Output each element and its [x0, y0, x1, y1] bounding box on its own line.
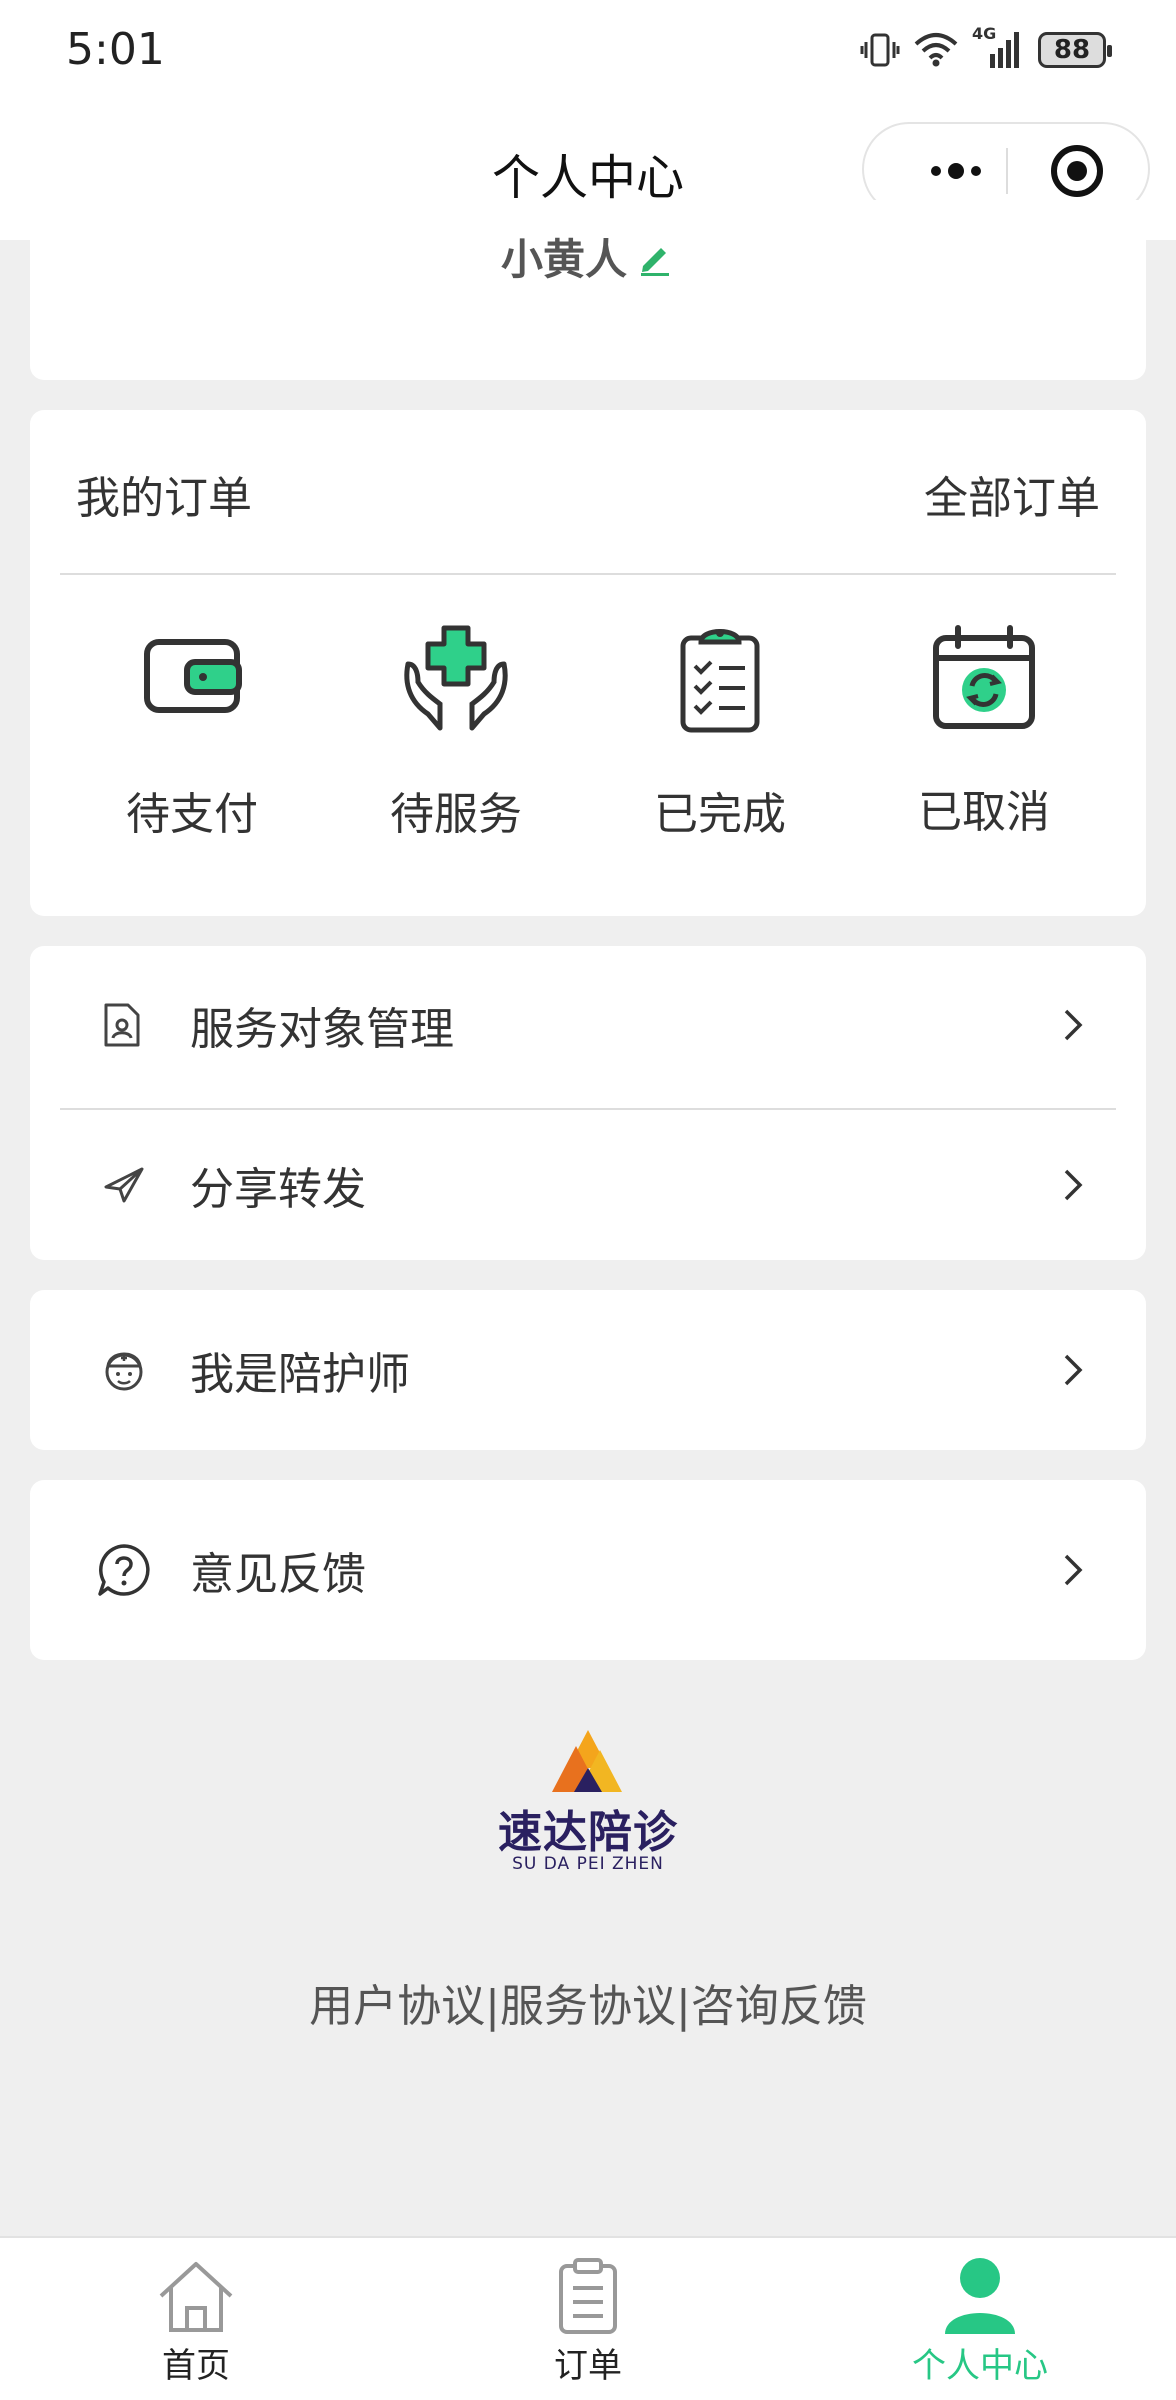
menu-label: 我是陪护师 [190, 1349, 410, 1400]
order-label: 已取消 [918, 787, 1050, 838]
tab-bar: 首页 订单 个人中心 [0, 2236, 1176, 2400]
cell-signal: 4G [972, 24, 1024, 70]
tab-label: 首页 [162, 2346, 230, 2386]
brand-name: 速达陪诊 [498, 1807, 678, 1858]
menu-label: 分享转发 [190, 1164, 366, 1215]
menu-item-feedback[interactable]: 意见反馈 [30, 1495, 1146, 1645]
person-document-icon [104, 1003, 140, 1047]
order-label: 待支付 [126, 789, 258, 840]
agreement-links[interactable]: 用户协议|服务协议|咨询反馈 [0, 1970, 1176, 2034]
paper-plane-icon [104, 1167, 144, 1203]
profile-card: 小黄人 [30, 200, 1146, 380]
order-pending-service[interactable]: 待服务 [356, 620, 556, 842]
wallet-icon [144, 639, 242, 713]
calendar-refresh-icon [933, 625, 1035, 729]
order-cancelled[interactable]: 已取消 [884, 620, 1084, 840]
vibrate-icon [860, 33, 900, 67]
order-pending-payment[interactable]: 待支付 [92, 620, 292, 842]
wifi-icon [914, 33, 958, 67]
menu-card-primary: 服务对象管理 分享转发 [30, 946, 1146, 1260]
order-list-icon [559, 2258, 617, 2334]
chevron-right-icon [1064, 1009, 1083, 1041]
divider [60, 573, 1116, 575]
menu-card-escort: 我是陪护师 [30, 1290, 1146, 1450]
edit-icon[interactable] [635, 238, 675, 288]
tab-label: 个人中心 [912, 2346, 1048, 2386]
status-time: 5:01 [66, 24, 165, 75]
tab-label: 订单 [554, 2346, 622, 2386]
capsule-divider [1006, 148, 1008, 194]
menu-card-feedback: 意见反馈 [30, 1480, 1146, 1660]
all-orders-link[interactable]: 全部订单 [924, 462, 1100, 526]
tab-orders[interactable]: 订单 [488, 2256, 688, 2387]
profile-name-row[interactable]: 小黄人 [30, 226, 1146, 288]
status-icons: 4G 88 [860, 24, 1112, 72]
home-icon [159, 2262, 233, 2332]
menu-item-service-target[interactable]: 服务对象管理 [30, 950, 1146, 1100]
question-bubble-icon [98, 1544, 150, 1596]
order-label: 待服务 [390, 789, 522, 840]
orders-card: 我的订单 全部订单 待支付 待服务 已完成 已取消 [30, 410, 1146, 916]
nurse-avatar-icon [105, 1352, 143, 1391]
tab-home[interactable]: 首页 [96, 2256, 296, 2387]
chevron-right-icon [1064, 1354, 1083, 1386]
brand-logo: 速达陪诊 SU DA PEI ZHEN [488, 1728, 688, 1878]
clipboard-check-icon [680, 629, 760, 733]
chevron-right-icon [1064, 1169, 1083, 1201]
battery-icon: 88 [1038, 32, 1112, 68]
menu-label: 意见反馈 [190, 1549, 366, 1600]
brand-name-en: SU DA PEI ZHEN [512, 1854, 664, 1874]
profile-name: 小黄人 [500, 235, 627, 284]
chevron-right-icon [1064, 1554, 1083, 1586]
order-completed[interactable]: 已完成 [620, 620, 820, 842]
status-bar: 5:01 4G 88 [0, 0, 1176, 100]
user-icon [945, 2258, 1015, 2334]
caring-hands-icon [404, 625, 508, 731]
order-label: 已完成 [654, 789, 786, 840]
orders-title: 我的订单 [76, 473, 252, 524]
menu-item-escort[interactable]: 我是陪护师 [30, 1295, 1146, 1445]
mountain-logo-icon [552, 1730, 622, 1792]
menu-item-share[interactable]: 分享转发 [30, 1110, 1146, 1260]
signal-icon [990, 32, 1019, 68]
tab-profile[interactable]: 个人中心 [880, 2256, 1080, 2387]
menu-label: 服务对象管理 [190, 1004, 454, 1055]
